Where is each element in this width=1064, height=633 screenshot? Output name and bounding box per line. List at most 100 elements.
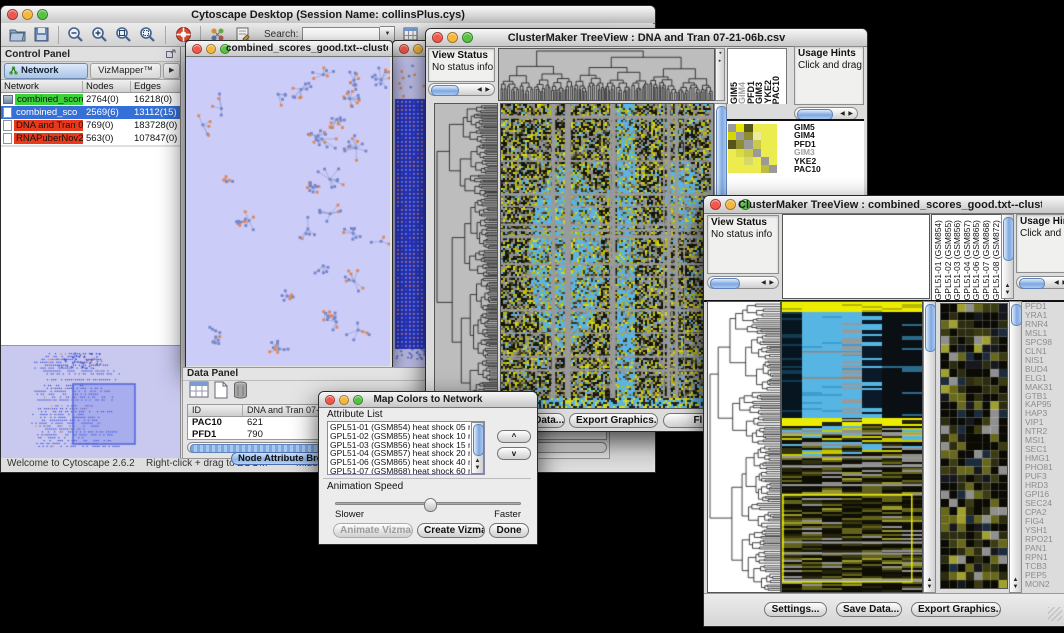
minimize-icon[interactable] [339,395,349,405]
col-network[interactable]: Network [1,81,83,92]
birdseye-canvas[interactable] [3,348,178,456]
network-edges: 13112(15) [131,107,177,118]
open-folder-icon[interactable] [7,25,27,45]
table-grid-icon[interactable] [189,381,209,403]
network-row[interactable]: RNAPuberNov2+l 563(0) 107847(0) [1,132,180,145]
network-a-canvas[interactable] [186,57,390,366]
close-icon[interactable] [192,44,202,54]
tv2-column-label[interactable]: GPL51-08 (GSM872) [992,220,1002,300]
save-icon[interactable] [31,25,51,45]
minimize-icon[interactable] [447,32,458,43]
move-up-button[interactable]: ^ [497,430,531,443]
tv1-status-hscrollbar[interactable] [428,83,495,96]
animation-speed-slider[interactable] [335,502,521,505]
tv2-zoom-heatmap[interactable] [940,303,1008,589]
zoom-out-icon[interactable] [66,25,86,45]
toolbar-separator [58,26,59,44]
network-row[interactable]: combined_scores 2764(0) 16218(0) [1,93,180,106]
tv2-usage-hints-panel: Usage Hints Click and drag to [1016,214,1064,273]
tv1-view-status-title: View Status [429,49,494,62]
minimize-icon[interactable] [725,199,736,210]
create-vizmap-button[interactable]: Create Vizmap [417,523,485,538]
similarity-matrix[interactable] [728,124,777,173]
tv2-bottom-bar: Settings... Save Data... Export Graphics… [704,593,1064,625]
attribute-list-item[interactable]: GPL51-03 (GSM856) heat shock 15 min [330,441,470,450]
main-title-bar[interactable]: Cytoscape Desktop (Session Name: collins… [1,6,655,24]
network-a-title-bar[interactable]: combined_scores_good.txt--cluste... [186,41,392,57]
network-list-empty-area[interactable] [1,147,180,346]
tv1-export-graphics-button[interactable]: Export Graphics... [569,413,658,428]
network-table: combined_scores 2764(0) 16218(0) combine… [1,93,180,145]
data-row-id: PFD1 [188,429,243,441]
tab-overflow-button[interactable]: ▶ [163,63,180,79]
attribute-listbox[interactable]: GPL51-01 (GSM854) heat shock 05 minGPL51… [327,421,485,475]
new-document-icon[interactable] [213,381,229,404]
network-name: DNA and Tran 07 [14,120,83,131]
close-icon[interactable] [432,32,443,43]
main-window-title: Cytoscape Desktop (Session Name: collins… [35,9,621,21]
attribute-list-item[interactable]: GPL51-04 (GSM857) heat shock 20 min [330,449,470,458]
resize-grip[interactable] [1048,607,1062,621]
tv2-save-data-button[interactable]: Save Data... [836,602,902,617]
tv2-status-hscrollbar[interactable] [707,276,779,289]
trash-icon[interactable] [233,381,248,404]
col-nodes[interactable]: Nodes [83,81,131,92]
attribute-list-item[interactable]: GPL51-01 (GSM854) heat shock 05 min [330,423,470,432]
data-col-id[interactable]: ID [188,405,243,416]
tv2-usage-hints-line: Click and drag to [1017,228,1064,241]
done-button[interactable]: Done [489,523,529,538]
tv1-row-dendrogram[interactable] [434,103,498,409]
tab-vizmapper[interactable]: VizMapper™ [90,63,162,79]
search-label: Search: [264,29,298,40]
close-icon[interactable] [7,9,18,20]
zoom-fit-icon[interactable] [114,25,134,45]
minimize-icon[interactable] [22,9,33,20]
tv2-export-graphics-button[interactable]: Export Graphics... [911,602,1001,617]
close-icon[interactable] [325,395,335,405]
tv2-heatmap[interactable] [781,301,923,593]
tv1-matrix-label[interactable]: PAC10 [794,165,821,173]
treeview2-title-bar[interactable]: ClusterMaker TreeView : combined_scores_… [704,196,1064,214]
tv2-heatmap-vscrollbar[interactable] [923,301,936,593]
desktop: Cytoscape Desktop (Session Name: collins… [0,0,1064,633]
tv1-column-dendrogram[interactable] [498,48,715,101]
minimize-icon[interactable] [413,44,423,54]
attribute-list-item[interactable]: GPL51-06 (GSM865) heat shock 40 min [330,458,470,467]
col-edges[interactable]: Edges [131,81,177,92]
tv1-usage-hints-line: Click and drag to [795,60,863,73]
network-row[interactable]: DNA and Tran 07 769(0) 183728(0) [1,119,180,132]
attribute-list-item[interactable]: GPL51-07 (GSM868) heat shock 60 min [330,467,470,475]
tv2-labels-vscrollbar[interactable] [1001,214,1014,299]
network-row[interactable]: combined_sco 2569(6) 13112(15) [1,106,180,119]
tv2-row-dendrogram[interactable] [707,301,781,593]
float-panel-icon[interactable] [166,45,176,63]
faster-label: Faster [494,509,521,520]
move-down-button[interactable]: v [497,447,531,460]
minimize-icon[interactable] [206,44,216,54]
slider-thumb[interactable] [424,498,437,512]
tv2-column-tree-area[interactable] [782,214,930,299]
tv1-column-label[interactable]: PAC10 [772,76,780,104]
network-name: RNAPuberNov2+l [14,133,83,144]
tab-network[interactable]: Network [4,63,88,79]
network-nodes: 2569(6) [83,107,131,118]
tv1-column-scroll-strip[interactable]: ◂▸ [715,48,725,101]
zoom-in-icon[interactable] [90,25,110,45]
attribute-list-item[interactable]: GPL51-02 (GSM855) heat shock 10 min [330,432,470,441]
animate-vizmap-button[interactable]: Animate Vizmap [333,523,413,538]
gene-label[interactable]: MON2 [1025,580,1064,589]
close-icon[interactable] [710,199,721,210]
network-icon [3,133,12,144]
tv1-column-label[interactable]: GIM3 [755,82,763,104]
tv2-hints-hscrollbar[interactable] [1016,276,1064,289]
zoom-selected-icon[interactable] [138,25,158,45]
animation-speed-label: Animation Speed [327,481,403,492]
status-welcome: Welcome to Cytoscape 2.6.2 [7,458,135,469]
treeview1-title-bar[interactable]: ClusterMaker TreeView : DNA and Tran 07-… [426,29,867,47]
attribute-list-vscrollbar[interactable] [471,422,484,474]
tv1-heatmap[interactable] [500,103,714,409]
close-icon[interactable] [399,44,409,54]
tv2-zoom-vscrollbar[interactable] [1009,301,1022,593]
dialog-title-bar[interactable]: Map Colors to Network [319,392,537,408]
tv2-settings-button[interactable]: Settings... [764,602,827,617]
